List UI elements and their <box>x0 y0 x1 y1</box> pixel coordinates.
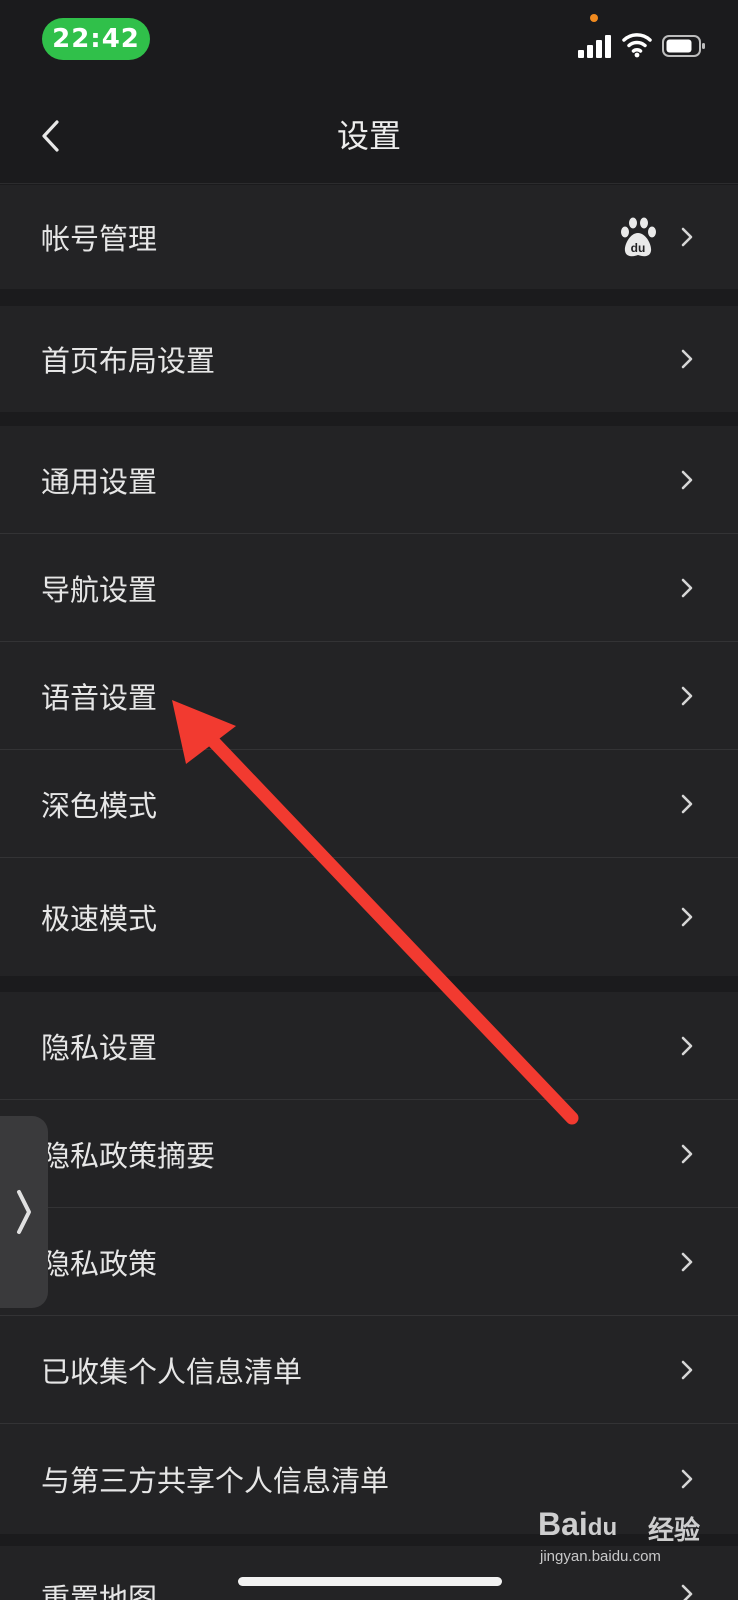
chevron-right-icon <box>681 1469 693 1489</box>
row-label: 深色模式 <box>41 788 158 823</box>
row-label: 首页布局设置 <box>41 344 216 378</box>
row-label: 帐号管理 <box>41 222 158 256</box>
row-label: 语音设置 <box>41 680 158 715</box>
page-title: 设置 <box>336 117 401 155</box>
floating-side-handle[interactable] <box>0 1116 48 1308</box>
settings-row-navigation[interactable]: 导航设置 <box>0 534 738 642</box>
chevron-right-icon <box>681 686 693 705</box>
settings-group-general: 通用设置 导航设置 语音设置 深色模式 极速模式 <box>0 426 738 976</box>
row-label: 重置地图 <box>41 1582 158 1600</box>
baidu-jingyan-watermark: Baidu 经验 jingyan.baidu.com <box>538 1500 738 1570</box>
chevron-right-icon <box>681 227 693 247</box>
chevron-right-icon <box>681 1584 693 1600</box>
row-label: 导航设置 <box>41 572 158 607</box>
row-label: 隐私政策 <box>41 1246 158 1281</box>
settings-row-collected-info[interactable]: 已收集个人信息清单 <box>0 1316 738 1424</box>
navigation-bar: 设置 <box>0 88 738 184</box>
chevron-right-icon <box>17 1190 31 1234</box>
chevron-right-icon <box>681 1360 693 1379</box>
status-time: 22:42 <box>42 18 150 60</box>
svg-text:du: du <box>631 241 646 255</box>
settings-row-voice[interactable]: 语音设置 <box>0 642 738 750</box>
row-label: 隐私政策摘要 <box>41 1138 216 1173</box>
privacy-indicator-dot <box>590 14 598 22</box>
row-label: 与第三方共享个人信息清单 <box>41 1464 390 1498</box>
settings-group-account: 帐号管理 du <box>0 185 738 289</box>
wifi-icon <box>622 33 652 58</box>
chevron-right-icon <box>681 907 693 927</box>
baidu-paw-icon: du <box>621 217 656 257</box>
row-label: 已收集个人信息清单 <box>41 1354 303 1389</box>
row-label: 通用设置 <box>41 464 158 499</box>
settings-group-layout: 首页布局设置 <box>0 306 738 412</box>
settings-row-account[interactable]: 帐号管理 du <box>0 185 738 289</box>
settings-row-general[interactable]: 通用设置 <box>0 426 738 534</box>
chevron-right-icon <box>681 470 693 489</box>
row-label: 极速模式 <box>41 902 158 936</box>
chevron-right-icon <box>681 1252 693 1271</box>
watermark-brand: Baidu <box>538 1506 618 1542</box>
row-label: 隐私设置 <box>41 1030 158 1065</box>
settings-row-privacy-summary[interactable]: 隐私政策摘要 <box>0 1100 738 1208</box>
status-bar: 22:42 <box>0 0 738 88</box>
chevron-right-icon <box>681 578 693 597</box>
chevron-left-icon <box>42 120 59 152</box>
chevron-right-icon <box>681 794 693 813</box>
cellular-signal-icon <box>578 34 614 58</box>
chevron-right-icon <box>681 349 693 369</box>
settings-row-privacy-policy[interactable]: 隐私政策 <box>0 1208 738 1316</box>
watermark-url: jingyan.baidu.com <box>540 1548 661 1565</box>
settings-row-home-layout[interactable]: 首页布局设置 <box>0 306 738 412</box>
chevron-right-icon <box>681 1036 693 1055</box>
home-indicator <box>238 1577 502 1586</box>
settings-row-fast-mode[interactable]: 极速模式 <box>0 858 738 976</box>
chevron-right-icon <box>681 1144 693 1163</box>
settings-row-dark-mode[interactable]: 深色模式 <box>0 750 738 858</box>
battery-icon <box>662 35 705 57</box>
watermark-brand-cn: 经验 <box>648 1516 701 1546</box>
settings-group-privacy: 隐私设置 隐私政策摘要 隐私政策 已收集个人信息清单 与第三方共享个人信息清单 <box>0 992 738 1534</box>
back-button[interactable] <box>30 112 70 160</box>
settings-row-privacy-settings[interactable]: 隐私设置 <box>0 992 738 1100</box>
